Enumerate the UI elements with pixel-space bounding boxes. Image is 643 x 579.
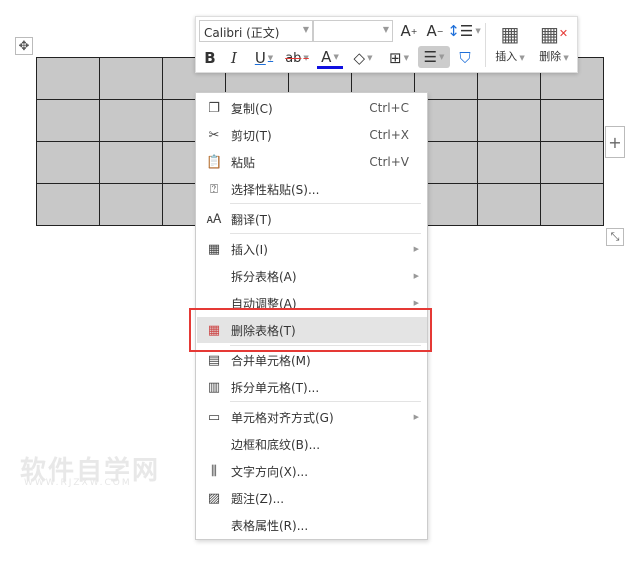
- insert-label: 插入: [495, 50, 518, 63]
- menu-item-label: 翻译(T): [231, 212, 272, 227]
- table-cell[interactable]: [99, 183, 163, 226]
- font-color-icon[interactable]: A ▼: [317, 47, 343, 69]
- menu-item-label: 插入(I): [231, 242, 268, 257]
- translate-icon: 🗚: [206, 211, 222, 227]
- menu-item-shortcut: Ctrl+V: [369, 155, 409, 169]
- menu-item[interactable]: 📋 粘贴 Ctrl+V: [197, 149, 427, 175]
- shading-icon[interactable]: ◇ ▼: [348, 47, 378, 69]
- menu-separator: [230, 233, 421, 234]
- menu-item[interactable]: ▨ 题注(Z)...: [197, 485, 427, 511]
- menu-separator: [230, 401, 421, 402]
- menu-item-label: 单元格对齐方式(G): [231, 410, 334, 425]
- merge-cells-icon: ▤: [207, 352, 221, 368]
- menu-item[interactable]: 边框和底纹(B)...: [197, 431, 427, 457]
- font-name-value: Calibri (正文): [204, 26, 280, 40]
- table-cell[interactable]: [477, 183, 541, 226]
- table-move-handle[interactable]: ✥: [15, 37, 33, 55]
- scissors-icon: ✂: [208, 127, 220, 143]
- strikethrough-icon[interactable]: ab ▼: [282, 47, 312, 69]
- highlight-annotation-box: [189, 308, 432, 352]
- menu-item[interactable]: ▥ 拆分单元格(T)...: [197, 374, 427, 400]
- insert-button[interactable]: ▦ 插入 ▼: [488, 20, 532, 64]
- watermark-url: WWW.RJZXW.COM: [24, 478, 132, 488]
- menu-item-shortcut: Ctrl+C: [369, 101, 409, 115]
- decrease-font-icon[interactable]: A −: [424, 20, 446, 42]
- line-spacing-icon[interactable]: ↕ ☰ ▼: [447, 20, 480, 42]
- submenu-arrow-icon: ▶: [413, 272, 419, 280]
- menu-item[interactable]: ⍰ 选择性粘贴(S)...: [197, 176, 427, 202]
- align-icon[interactable]: ☰ ▼: [418, 46, 450, 68]
- menu-item-label: 复制(C): [231, 101, 273, 116]
- menu-item-label: 拆分单元格(T)...: [231, 380, 320, 395]
- borders-icon[interactable]: ⊞ ▼: [385, 47, 413, 69]
- menu-item-label: 剪切(T): [231, 128, 272, 143]
- table-cell[interactable]: [36, 183, 100, 226]
- menu-item-label: 拆分表格(A): [231, 269, 297, 284]
- table-cell[interactable]: [540, 141, 604, 184]
- cell-align-icon: ▭: [207, 409, 221, 425]
- menu-item[interactable]: 🗚 翻译(T): [197, 206, 427, 232]
- menu-separator: [230, 203, 421, 204]
- submenu-arrow-icon: ▶: [413, 413, 419, 421]
- table-cell[interactable]: [36, 99, 100, 142]
- menu-item-shortcut: Ctrl+X: [369, 128, 409, 142]
- table-cell[interactable]: [540, 183, 604, 226]
- caption-icon: ▨: [207, 490, 221, 506]
- menu-item[interactable]: ▭ 单元格对齐方式(G) ▶: [197, 404, 427, 430]
- table-cell[interactable]: [477, 99, 541, 142]
- toolbar-divider: [485, 23, 486, 67]
- menu-item-label: 边框和底纹(B)...: [231, 437, 321, 452]
- menu-item[interactable]: 拆分表格(A) ▶: [197, 263, 427, 289]
- copy-icon: ❐: [208, 100, 220, 116]
- menu-item-label: 文字方向(X)...: [231, 464, 309, 479]
- delete-button[interactable]: ▦✕ 删除 ▼: [532, 20, 576, 64]
- menu-item-label: 粘贴: [231, 155, 256, 170]
- increase-font-icon[interactable]: A +: [398, 20, 420, 42]
- table-insert-icon: ▦: [500, 22, 520, 46]
- font-name-select[interactable]: Calibri (正文) ▼: [199, 20, 313, 42]
- menu-item-label: 合并单元格(M): [231, 353, 311, 368]
- menu-item-label: 表格属性(R)...: [231, 518, 309, 533]
- text-direction-icon: ⫼: [211, 463, 217, 479]
- table-delete-icon: ▦✕: [539, 22, 569, 46]
- table-insert-icon: ▦: [207, 241, 221, 257]
- delete-label: 删除: [539, 50, 562, 63]
- add-column-button[interactable]: +: [605, 126, 625, 158]
- menu-item[interactable]: ❐ 复制(C) Ctrl+C: [197, 95, 427, 121]
- table-cell[interactable]: [99, 57, 163, 100]
- split-cells-icon: ▥: [207, 379, 221, 395]
- table-resize-handle[interactable]: ⤡: [606, 228, 624, 246]
- menu-item-label: 题注(Z)...: [231, 491, 285, 506]
- table-cell[interactable]: [36, 57, 100, 100]
- table-cell[interactable]: [99, 141, 163, 184]
- submenu-arrow-icon: ▶: [413, 299, 419, 307]
- table-cell[interactable]: [540, 99, 604, 142]
- submenu-arrow-icon: ▶: [413, 245, 419, 253]
- table-cell[interactable]: [36, 141, 100, 184]
- bold-icon[interactable]: B: [200, 47, 220, 69]
- menu-item[interactable]: ✂ 剪切(T) Ctrl+X: [197, 122, 427, 148]
- table-cell[interactable]: [477, 141, 541, 184]
- font-size-select[interactable]: ▼: [313, 20, 393, 42]
- italic-icon[interactable]: I: [224, 47, 244, 69]
- paste-icon: 📋: [206, 154, 223, 170]
- paste-special-icon: ⍰: [210, 181, 218, 197]
- floating-toolbar: Calibri (正文) ▼ ▼ A + A − ↕ ☰ ▼ B I U ▼ ab ▼ A ▼ …: [195, 16, 578, 73]
- menu-item[interactable]: 表格属性(R)...: [197, 512, 427, 538]
- format-painter-icon[interactable]: ⛉: [454, 47, 476, 69]
- table-cell[interactable]: [99, 99, 163, 142]
- underline-icon[interactable]: U ▼: [250, 47, 278, 69]
- menu-item-label: 选择性粘贴(S)...: [231, 182, 320, 197]
- menu-item[interactable]: ▦ 插入(I) ▶: [197, 236, 427, 262]
- menu-item[interactable]: ⫼ 文字方向(X)...: [197, 458, 427, 484]
